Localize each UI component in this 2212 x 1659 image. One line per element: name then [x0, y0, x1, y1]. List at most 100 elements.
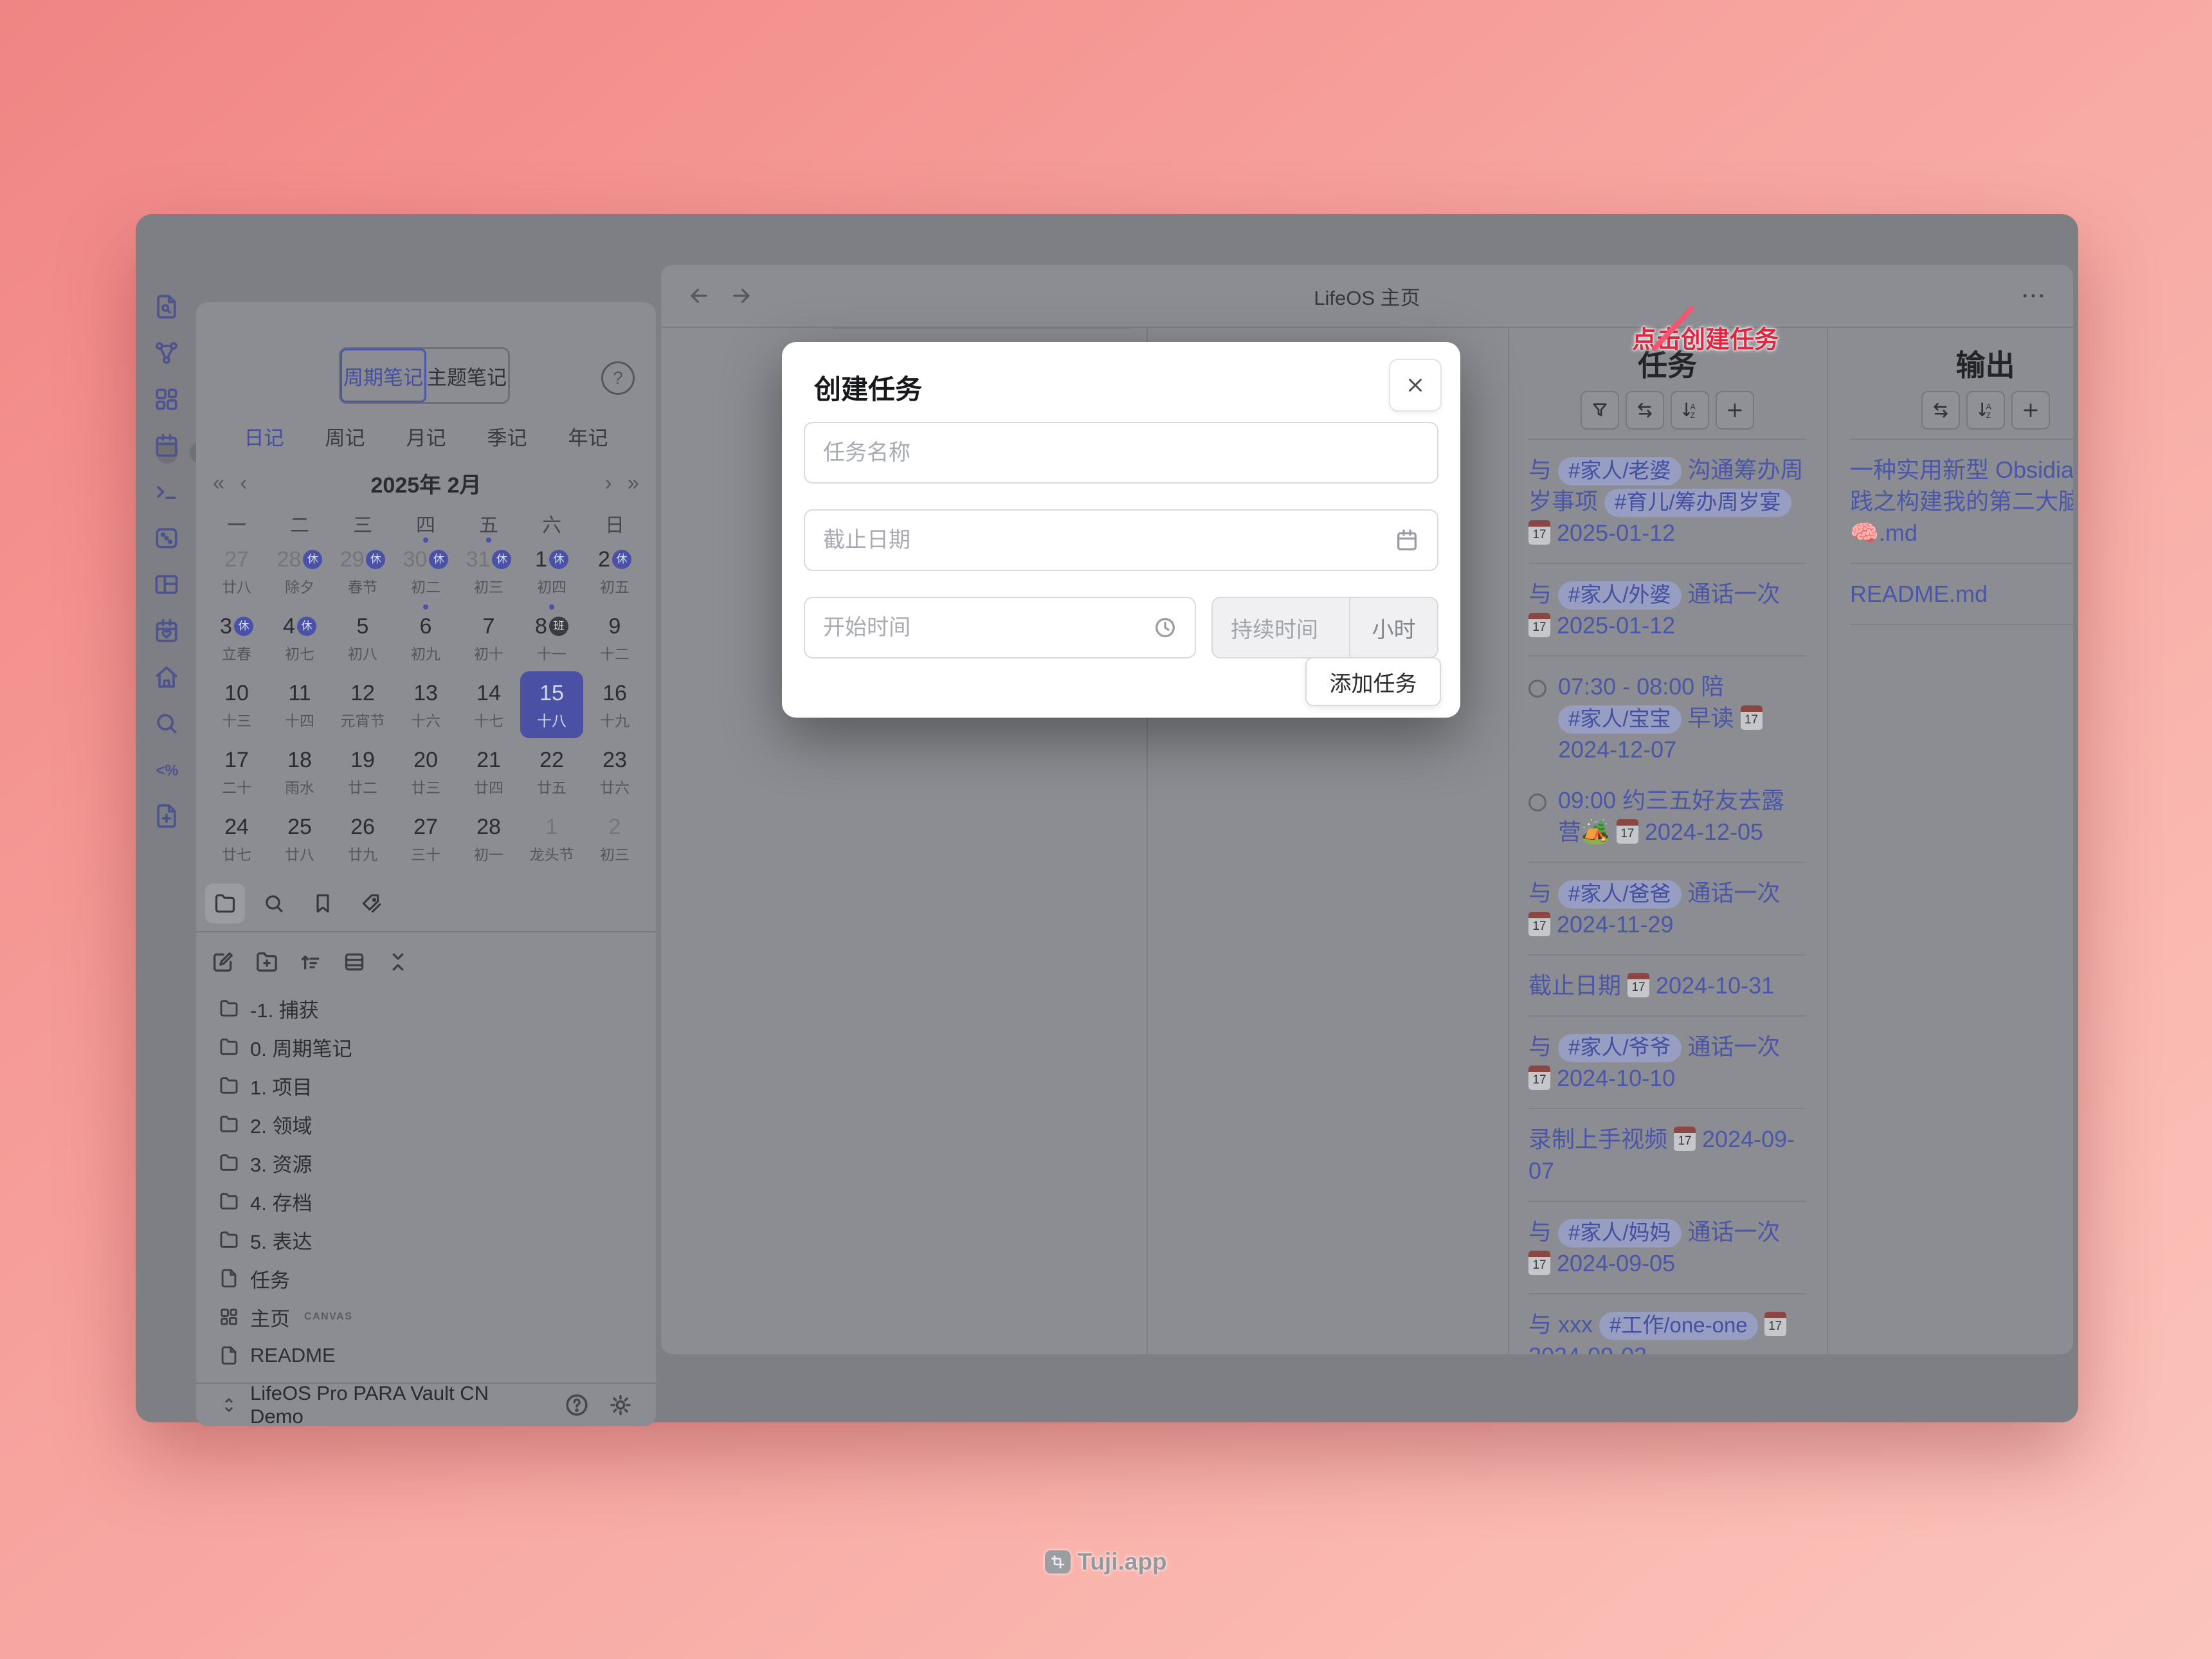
- calendar-day-10[interactable]: 10十三: [205, 671, 268, 738]
- calendar-day-27[interactable]: 27三十: [394, 805, 457, 872]
- add-task-button[interactable]: [1716, 391, 1754, 430]
- tags-view-button[interactable]: [352, 884, 392, 923]
- sort-az-button[interactable]: AZ: [1966, 391, 2005, 430]
- task-item[interactable]: 录制上手视频 17 2024-09-07: [1528, 1109, 1806, 1202]
- calendar-day-29[interactable]: 29休春节: [331, 538, 394, 604]
- task-name-input[interactable]: [804, 422, 1438, 484]
- calendar-day-25[interactable]: 25廿八: [268, 805, 331, 872]
- ribbon-terminal-icon[interactable]: [147, 469, 186, 515]
- calendar-day-2[interactable]: 2休初五: [583, 538, 646, 604]
- prev-month-button[interactable]: ‹: [232, 471, 255, 495]
- ribbon-panel-columns-icon[interactable]: [147, 561, 186, 608]
- modal-close-button[interactable]: [1389, 359, 1442, 412]
- duration-input[interactable]: 持续时间: [1213, 598, 1350, 657]
- collapse-all-button[interactable]: [385, 949, 411, 975]
- file-link[interactable]: README.md: [1850, 581, 1988, 607]
- tag-pill[interactable]: #家人/妈妈: [1558, 1219, 1682, 1247]
- calendar-day-12[interactable]: 12元宵节: [331, 671, 394, 738]
- swap-button[interactable]: [1626, 391, 1664, 430]
- calendar-day-7[interactable]: 7初十: [457, 604, 520, 671]
- calendar-day-9[interactable]: 9十二: [583, 604, 646, 671]
- calendar-day-27[interactable]: 27廿八: [205, 538, 268, 604]
- calendar-day-20[interactable]: 20廿三: [394, 738, 457, 805]
- ribbon-dice-icon[interactable]: [147, 515, 186, 561]
- search-view-button[interactable]: [254, 884, 294, 923]
- calendar-day-17[interactable]: 17二十: [205, 738, 268, 805]
- due-date-input[interactable]: [804, 509, 1438, 571]
- auto-reveal-button[interactable]: [341, 949, 367, 975]
- ribbon-calendar-heart-icon[interactable]: [147, 608, 186, 654]
- folder-item-4. 存档[interactable]: 4. 存档: [196, 1182, 656, 1220]
- swap-button[interactable]: [1921, 391, 1960, 430]
- calendar-day-11[interactable]: 11十四: [268, 671, 331, 738]
- sort-order-button[interactable]: [298, 949, 323, 975]
- calendar-day-18[interactable]: 18雨水: [268, 738, 331, 805]
- calendar-day-6[interactable]: 6初九: [394, 604, 457, 671]
- task-item[interactable]: 与 #家人/外婆 通话一次 17 2025-01-12: [1528, 564, 1806, 657]
- calendar-day-16[interactable]: 16十九: [583, 671, 646, 738]
- period-tab-1[interactable]: 周记: [325, 422, 365, 451]
- task-checkbox[interactable]: [1528, 793, 1546, 811]
- files-view-button[interactable]: [205, 884, 245, 923]
- calendar-day-5[interactable]: 5初八: [331, 604, 394, 671]
- calendar-day-24[interactable]: 24廿七: [205, 805, 268, 872]
- task-item[interactable]: 与 #家人/爸爸 通话一次 17 2024-11-29: [1528, 863, 1806, 956]
- calendar-day-3[interactable]: 3休立春: [205, 604, 268, 671]
- folder-item-5. 表达[interactable]: 5. 表达: [196, 1220, 656, 1259]
- period-tab-4[interactable]: 年记: [568, 422, 608, 451]
- calendar-day-15[interactable]: 15十八: [520, 671, 583, 738]
- settings-button[interactable]: [607, 1392, 634, 1419]
- submit-task-button[interactable]: 添加任务: [1305, 657, 1441, 706]
- tag-pill[interactable]: #家人/宝宝: [1558, 705, 1682, 734]
- task-checkbox[interactable]: [1528, 680, 1546, 698]
- calendar-day-4[interactable]: 4休初七: [268, 604, 331, 671]
- add-output-button[interactable]: [2011, 391, 2050, 430]
- calendar-day-1[interactable]: 1龙头节: [520, 805, 583, 872]
- tag-pill[interactable]: #家人/爸爸: [1558, 880, 1682, 909]
- ribbon-graph-icon[interactable]: [147, 330, 186, 376]
- prev-year-button[interactable]: «: [205, 471, 232, 495]
- period-tab-0[interactable]: 日记: [244, 422, 284, 451]
- task-item[interactable]: 截止日期 17 2024-10-31: [1528, 956, 1806, 1017]
- task-item[interactable]: 与 #家人/爷爷 通话一次 17 2024-10-10: [1528, 1017, 1806, 1109]
- new-note-button[interactable]: [210, 949, 236, 975]
- calendar-day-28[interactable]: 28休除夕: [268, 538, 331, 604]
- folder-item-1. 项目[interactable]: 1. 项目: [196, 1066, 656, 1105]
- ribbon-file-plus-icon[interactable]: [147, 793, 186, 839]
- calendar-day-21[interactable]: 21廿四: [457, 738, 520, 805]
- sort-az-button[interactable]: AZ: [1671, 391, 1709, 430]
- tag-pill[interactable]: #工作/one-one: [1599, 1312, 1758, 1340]
- segment-topic-notes[interactable]: 主题笔记: [426, 349, 508, 402]
- calendar-day-14[interactable]: 14十七: [457, 671, 520, 738]
- file-item-主页[interactable]: 主页CANVAS: [196, 1298, 656, 1336]
- calendar-day-30[interactable]: 30休初二: [394, 538, 457, 604]
- task-item[interactable]: 07:30 - 08:00 陪 #家人/宝宝 早读 17 2024-12-070…: [1528, 657, 1806, 863]
- tag-pill[interactable]: #家人/外婆: [1558, 581, 1682, 610]
- next-year-button[interactable]: »: [620, 471, 647, 495]
- task-item[interactable]: 与 xxx #工作/one-one 17 2024-09-03: [1528, 1294, 1806, 1354]
- period-tab-2[interactable]: 月记: [406, 422, 446, 451]
- tag-pill[interactable]: #家人/老婆: [1558, 457, 1682, 485]
- vault-switcher[interactable]: LifeOS Pro PARA Vault CN Demo: [196, 1384, 656, 1426]
- filter-button[interactable]: [1581, 391, 1619, 430]
- calendar-day-28[interactable]: 28初一: [457, 805, 520, 872]
- calendar-day-2[interactable]: 2初三: [583, 805, 646, 872]
- folder-item-0. 周期笔记[interactable]: 0. 周期笔记: [196, 1028, 656, 1066]
- calendar-day-1[interactable]: 1休初四: [520, 538, 583, 604]
- file-item-README[interactable]: README: [196, 1336, 656, 1375]
- calendar-day-22[interactable]: 22廿五: [520, 738, 583, 805]
- more-options-button[interactable]: [2019, 282, 2047, 310]
- calendar-day-26[interactable]: 26廿九: [331, 805, 394, 872]
- start-time-input[interactable]: [804, 597, 1196, 658]
- segment-periodic-notes[interactable]: 周期笔记: [340, 349, 426, 403]
- ribbon-file-search-icon[interactable]: [147, 284, 186, 330]
- period-tab-3[interactable]: 季记: [487, 422, 527, 451]
- calendar-day-31[interactable]: 31休初三: [457, 538, 520, 604]
- folder-item-2. 领域[interactable]: 2. 领域: [196, 1105, 656, 1143]
- help-button[interactable]: [563, 1392, 590, 1419]
- file-item-任务[interactable]: 任务: [196, 1259, 656, 1298]
- folder-item-3. 资源[interactable]: 3. 资源: [196, 1143, 656, 1182]
- tag-pill[interactable]: #家人/爷爷: [1558, 1034, 1682, 1062]
- calendar-day-19[interactable]: 19廿二: [331, 738, 394, 805]
- calendar-day-23[interactable]: 23廿六: [583, 738, 646, 805]
